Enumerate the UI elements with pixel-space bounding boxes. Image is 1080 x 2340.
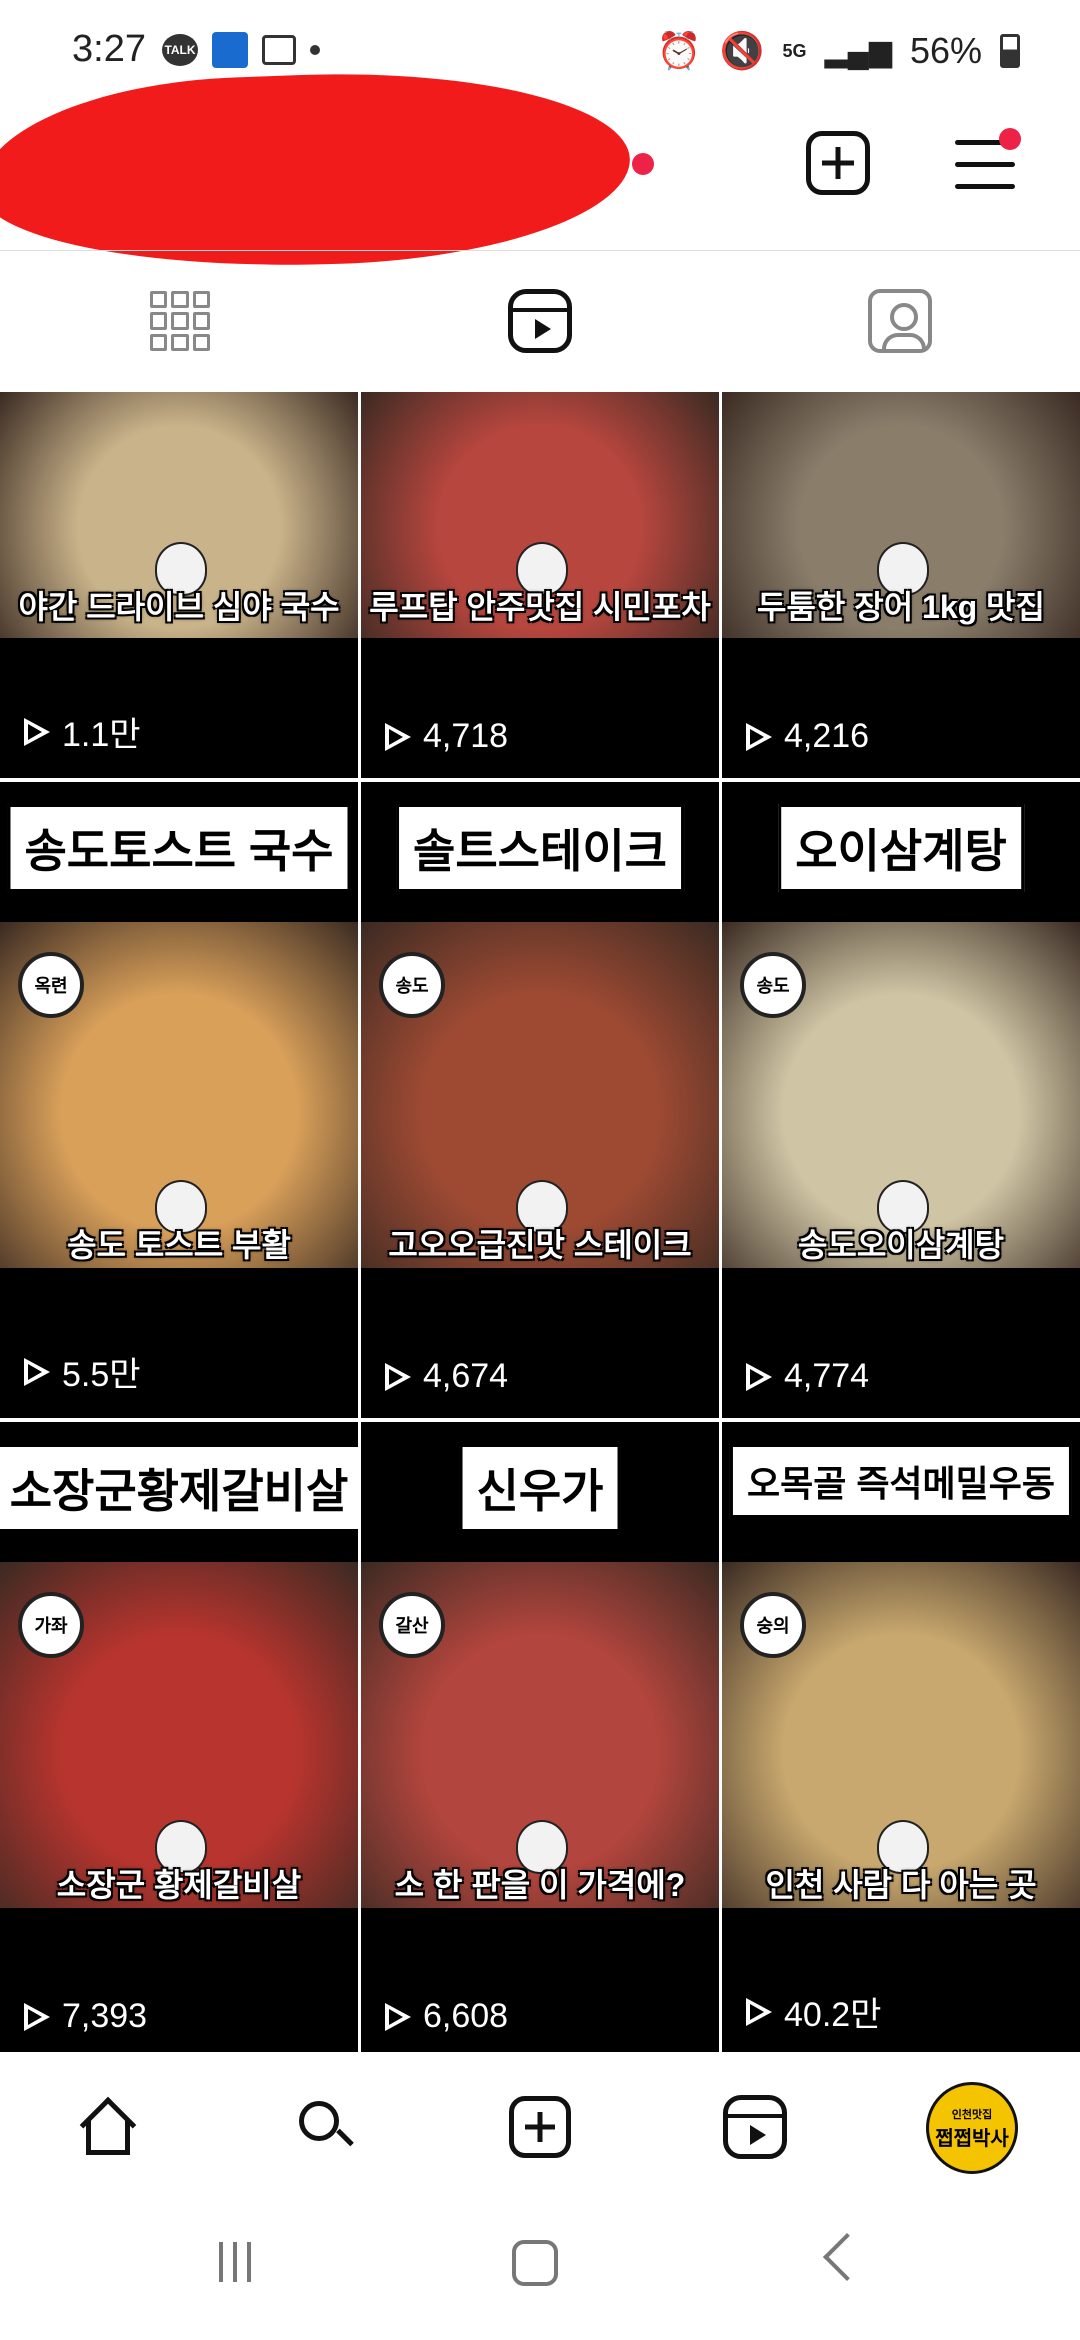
more-notifications-dot xyxy=(310,45,320,55)
play-icon xyxy=(746,1362,772,1391)
profile-header xyxy=(0,63,1080,277)
system-icons: ⏰ 🔇 5G ▂▄▆ 56% xyxy=(657,30,1020,72)
status-time: 3:27 xyxy=(72,28,146,70)
reel-tile[interactable]: 송도토스트 국수 옥련 송도 토스트 부활 5.5만 xyxy=(0,782,358,1418)
home-button[interactable] xyxy=(512,2240,558,2286)
reel-tile[interactable]: 두툼한 장어 1kg 맛집 4,216 xyxy=(722,392,1080,778)
reel-caption: 두툼한 장어 1kg 맛집 xyxy=(757,589,1045,625)
reel-tile[interactable]: 야간 드라이브 심야 국수 1.1만 xyxy=(0,392,358,778)
reel-views: 40.2만 xyxy=(746,1987,881,2036)
grid-icon xyxy=(150,291,210,351)
location-badge: 송도 xyxy=(740,952,806,1018)
tab-tagged[interactable] xyxy=(720,251,1080,391)
reel-tile[interactable]: 오이삼계탕 송도 송도오이삼계탕 4,774 xyxy=(722,782,1080,1418)
play-icon xyxy=(385,722,411,751)
network-type: 5G xyxy=(782,40,807,61)
reel-title: 송도토스트 국수 xyxy=(7,804,351,892)
reels-icon xyxy=(508,289,572,353)
profile-tabs xyxy=(0,250,1080,391)
reel-caption: 인천 사람 다 아는 곳 xyxy=(765,1867,1037,1903)
talk-icon: TALK xyxy=(162,34,198,66)
reel-title: 솔트스테이크 xyxy=(396,804,684,892)
reel-caption: 루프탑 안주맛집 시민포차 xyxy=(369,589,711,625)
system-nav-bar xyxy=(0,2192,1080,2340)
location-badge: 가좌 xyxy=(18,1592,84,1658)
play-icon xyxy=(385,1362,411,1391)
reel-title: 신우가 xyxy=(459,1444,621,1532)
tab-grid[interactable] xyxy=(0,251,360,391)
menu-notification-dot xyxy=(999,128,1021,150)
avatar-text-top: 인천맛집 xyxy=(951,2108,993,2121)
mute-icon: 🔇 xyxy=(719,30,765,71)
reel-views: 4,216 xyxy=(746,717,869,756)
reel-tile[interactable]: 소장군황제갈비살 가좌 소장군 황제갈비살 7,393 xyxy=(0,1422,358,2058)
location-badge: 옥련 xyxy=(18,952,84,1018)
alarm-icon: ⏰ xyxy=(656,30,702,71)
reel-caption: 야간 드라이브 심야 국수 xyxy=(18,589,340,625)
tagged-icon xyxy=(868,289,932,353)
reel-views: 1.1만 xyxy=(24,707,141,756)
recent-apps-button[interactable] xyxy=(212,2242,258,2282)
reel-tile[interactable]: 신우가 갈산 소 한 판을 이 가격에? 6,608 xyxy=(361,1422,719,2058)
reels-icon xyxy=(723,2095,787,2159)
reels-grid: 야간 드라이브 심야 국수 1.1만 루프탑 안주맛집 시민포차 4,718 두… xyxy=(0,392,1080,2058)
reel-caption: 소장군 황제갈비살 xyxy=(56,1867,302,1903)
reel-views: 5.5만 xyxy=(24,1347,141,1396)
reel-caption: 고오오급진맛 스테이크 xyxy=(388,1227,692,1263)
nav-search[interactable] xyxy=(290,2092,360,2162)
reel-views: 7,393 xyxy=(24,1997,147,2036)
gallery-icon xyxy=(262,35,296,65)
menu-button[interactable] xyxy=(955,128,1021,190)
nav-home[interactable] xyxy=(73,2092,143,2162)
reel-title: 오목골 즉석메밀우동 xyxy=(729,1444,1073,1518)
nav-profile-avatar[interactable]: 인천맛집 쩝쩝박사 xyxy=(926,2082,1018,2174)
play-icon xyxy=(24,717,50,746)
account-notification-dot xyxy=(632,153,654,175)
play-icon xyxy=(746,722,772,751)
play-icon xyxy=(24,1357,50,1386)
reel-caption: 소 한 판을 이 가격에? xyxy=(394,1867,686,1903)
reel-views: 6,608 xyxy=(385,1997,508,2036)
reel-title: 소장군황제갈비살 xyxy=(0,1444,358,1532)
search-icon xyxy=(297,2099,353,2155)
reel-tile[interactable]: 루프탑 안주맛집 시민포차 4,718 xyxy=(361,392,719,778)
home-icon xyxy=(80,2099,136,2155)
signal-icon: ▂▄▆ xyxy=(824,34,892,68)
app-notification-icon xyxy=(212,32,248,68)
bottom-nav: 인천맛집 쩝쩝박사 xyxy=(0,2052,1080,2192)
reel-caption: 송도 토스트 부활 xyxy=(67,1227,291,1263)
notification-icons: TALK xyxy=(162,32,320,68)
battery-icon xyxy=(1000,34,1020,68)
nav-create[interactable] xyxy=(505,2092,575,2162)
create-button[interactable] xyxy=(806,131,870,195)
reel-caption: 송도오이삼계탕 xyxy=(797,1227,1005,1263)
location-badge: 송도 xyxy=(379,952,445,1018)
back-button[interactable] xyxy=(822,2232,872,2282)
add-icon xyxy=(509,2096,571,2158)
reel-views: 4,774 xyxy=(746,1357,869,1396)
nav-reels[interactable] xyxy=(720,2092,790,2162)
reel-views: 4,718 xyxy=(385,717,508,756)
location-badge: 갈산 xyxy=(379,1592,445,1658)
reel-tile[interactable]: 솔트스테이크 송도 고오오급진맛 스테이크 4,674 xyxy=(361,782,719,1418)
play-icon xyxy=(385,2002,411,2031)
location-badge: 숭의 xyxy=(740,1592,806,1658)
tab-reels[interactable] xyxy=(360,251,720,391)
play-icon xyxy=(24,2002,50,2031)
reel-title: 오이삼계탕 xyxy=(778,804,1024,892)
reel-tile[interactable]: 오목골 즉석메밀우동 숭의 인천 사람 다 아는 곳 40.2만 xyxy=(722,1422,1080,2058)
avatar-text-main: 쩝쩝박사 xyxy=(935,2127,1009,2150)
battery-percent: 56% xyxy=(909,30,982,71)
play-icon xyxy=(746,1997,772,2026)
reel-views: 4,674 xyxy=(385,1357,508,1396)
